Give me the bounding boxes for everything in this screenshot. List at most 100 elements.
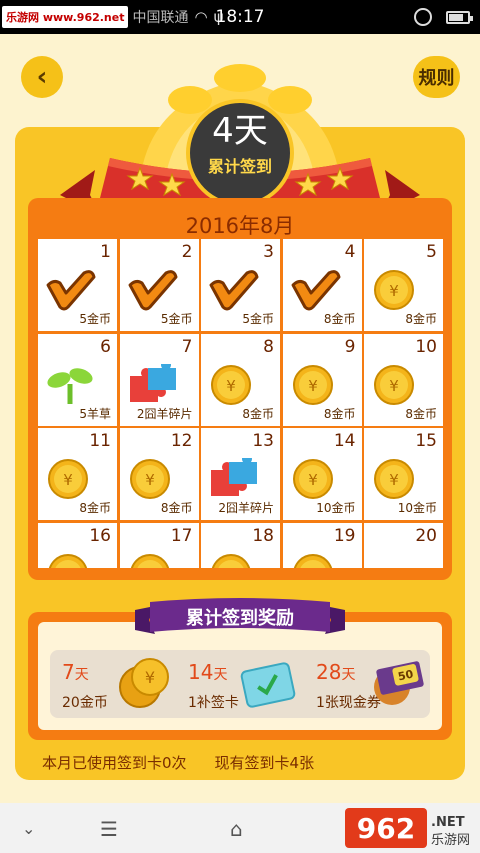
reward-item-7-days: 7天 20金币 ¥ bbox=[62, 655, 182, 715]
day-reward: 5金币 bbox=[160, 312, 193, 326]
day-reward: 8金币 bbox=[405, 312, 437, 326]
back-button[interactable]: ‹ bbox=[21, 56, 63, 98]
coin-icon: ¥ bbox=[126, 553, 178, 568]
used-cards-text: 本月已使用签到卡0次 bbox=[42, 754, 187, 772]
calendar-day-cell[interactable]: 5 ¥8金币 bbox=[364, 239, 443, 331]
coin-icon: ¥ bbox=[289, 458, 341, 500]
site-logo: 962 .NET 乐游网 bbox=[345, 808, 470, 848]
day-number: 14 bbox=[333, 431, 356, 451]
calendar-day-cell[interactable]: 2 5金币 bbox=[119, 239, 199, 331]
svg-text:¥: ¥ bbox=[389, 471, 399, 489]
day-reward: 8金币 bbox=[323, 312, 356, 326]
day-reward: 5金币 bbox=[79, 312, 111, 326]
svg-text:¥: ¥ bbox=[308, 377, 318, 395]
day-reward: 5金币 bbox=[242, 312, 274, 326]
calendar-day-cell[interactable]: 17 ¥ bbox=[119, 522, 199, 568]
calendar-day-cell[interactable]: 10 ¥8金币 bbox=[364, 333, 443, 426]
voucher-icon bbox=[366, 557, 418, 569]
day-number: 17 bbox=[170, 525, 193, 546]
reward-days: 28 bbox=[316, 660, 342, 684]
coin-icon: ¥ bbox=[370, 269, 422, 311]
day-reward: 8金币 bbox=[323, 406, 356, 421]
cash-voucher-icon bbox=[374, 661, 424, 705]
day-number: 16 bbox=[89, 525, 111, 546]
coin-icon: ¥ bbox=[44, 553, 96, 569]
rules-button[interactable]: 规则 bbox=[413, 56, 460, 98]
calendar-day-cell[interactable]: 20 bbox=[364, 522, 443, 569]
menu-icon[interactable]: ☰ bbox=[100, 817, 118, 841]
calendar-card-icon bbox=[240, 662, 296, 708]
coin-icon: ¥ bbox=[289, 364, 341, 406]
day-reward: 8金币 bbox=[79, 501, 111, 515]
calendar-day-cell[interactable]: 14 ¥10金币 bbox=[282, 428, 362, 520]
chevron-down-icon[interactable]: ⌄ bbox=[22, 819, 35, 838]
coin-icon: ¥ bbox=[207, 553, 259, 569]
calendar-day-cell[interactable]: 18 ¥ bbox=[201, 522, 280, 569]
day-number: 18 bbox=[252, 525, 274, 546]
day-number: 19 bbox=[333, 525, 356, 546]
calendar-month-title: 2016年8月 bbox=[185, 214, 295, 238]
calendar-day-cell[interactable]: 6 5羊草 bbox=[38, 333, 117, 426]
day-reward: 5羊草 bbox=[79, 406, 111, 421]
coin-stack-icon: ¥ bbox=[119, 658, 169, 708]
day-reward: 10金币 bbox=[397, 501, 437, 515]
total-checkin-badge: 4天 累计签到 bbox=[186, 99, 294, 207]
calendar-grid: 1 5金币 2 5金币 3 5金币 4 8金币 5 ¥8金币 6 5羊草 7 2囧羊碎片 8 ¥8金币 9 ¥8金… bbox=[38, 239, 443, 568]
calendar-day-cell[interactable]: 11 ¥8金币 bbox=[38, 428, 117, 520]
day-reward: 8金币 bbox=[405, 406, 437, 421]
coin-icon: ¥ bbox=[126, 458, 178, 500]
day-number: 3 bbox=[263, 242, 274, 262]
calendar-day-cell[interactable]: 9 ¥8金币 bbox=[282, 333, 362, 426]
home-icon[interactable]: ⌂ bbox=[230, 817, 243, 841]
day-number: 13 bbox=[252, 431, 274, 451]
calendar-day-cell[interactable]: 16 ¥ bbox=[38, 522, 117, 569]
calendar-day-cell[interactable]: 7 2囧羊碎片 bbox=[119, 333, 199, 426]
checkmark-icon bbox=[44, 269, 96, 311]
svg-text:¥: ¥ bbox=[63, 566, 73, 569]
svg-text:¥: ¥ bbox=[145, 471, 155, 489]
day-number: 2 bbox=[181, 242, 193, 262]
svg-text:¥: ¥ bbox=[63, 471, 73, 489]
coin-icon: ¥ bbox=[370, 458, 422, 500]
coin-icon: ¥ bbox=[44, 458, 96, 500]
svg-text:¥: ¥ bbox=[389, 377, 399, 395]
day-reward: 2囧羊碎片 bbox=[218, 501, 274, 515]
calendar-day-cell[interactable]: 4 8金币 bbox=[282, 239, 362, 331]
sprout-icon bbox=[44, 364, 96, 406]
calendar-day-cell[interactable]: 12 ¥8金币 bbox=[119, 428, 199, 520]
coin-icon: ¥ bbox=[289, 553, 341, 569]
day-number: 9 bbox=[344, 336, 356, 357]
reward-desc: 20金币 bbox=[62, 695, 108, 711]
puzzle-icon bbox=[207, 454, 259, 500]
day-reward: 10金币 bbox=[316, 501, 356, 515]
rewards-title: 累计签到奖励 bbox=[186, 608, 294, 629]
calendar-day-cell[interactable]: 8 ¥8金币 bbox=[201, 333, 280, 426]
day-number: 4 bbox=[344, 242, 356, 262]
svg-text:¥: ¥ bbox=[308, 566, 318, 569]
reward-desc: 1补签卡 bbox=[188, 695, 239, 711]
reward-days: 7 bbox=[62, 660, 75, 684]
svg-text:¥: ¥ bbox=[145, 668, 155, 687]
calendar-day-cell[interactable]: 1 5金币 bbox=[38, 239, 117, 331]
day-number: 5 bbox=[426, 242, 437, 262]
svg-text:¥: ¥ bbox=[226, 566, 236, 569]
day-number: 8 bbox=[263, 336, 274, 357]
svg-text:962: 962 bbox=[357, 812, 415, 845]
calendar-day-cell[interactable]: 15 ¥10金币 bbox=[364, 428, 443, 520]
coin-icon: ¥ bbox=[207, 364, 259, 406]
day-number: 7 bbox=[181, 336, 193, 357]
day-reward: 2囧羊碎片 bbox=[136, 406, 193, 421]
reward-item-14-days: 14天 1补签卡 bbox=[188, 655, 308, 715]
calendar-day-cell[interactable]: 13 2囧羊碎片 bbox=[201, 428, 280, 520]
checkin-days-label: 累计签到 bbox=[207, 157, 272, 176]
day-number: 12 bbox=[170, 431, 193, 451]
status-time: 18:17 bbox=[215, 7, 265, 27]
svg-text:.NET: .NET bbox=[431, 815, 465, 830]
checkin-days-count: 4天 bbox=[212, 111, 268, 151]
day-number: 15 bbox=[415, 431, 437, 451]
calendar-day-cell[interactable]: 19 ¥ bbox=[282, 522, 362, 569]
calendar-day-cell[interactable]: 3 5金币 bbox=[201, 239, 280, 331]
chevron-left-icon: ‹ bbox=[36, 62, 48, 92]
day-reward: 8金币 bbox=[160, 501, 193, 515]
day-number: 10 bbox=[415, 336, 437, 357]
